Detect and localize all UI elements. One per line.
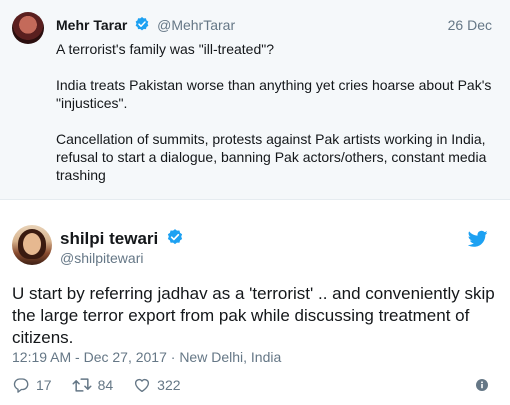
avatar-face xyxy=(23,233,41,255)
author-handle[interactable]: @shilpitewari xyxy=(60,250,143,266)
verified-badge-icon xyxy=(134,16,150,36)
verified-badge-icon xyxy=(166,228,184,251)
retweet-icon xyxy=(72,378,92,392)
author-name-row: shilpi tewari xyxy=(60,228,187,251)
author-name[interactable]: shilpi tewari xyxy=(60,229,158,248)
reply-button[interactable]: 17 xyxy=(12,376,52,394)
tweet-text: U start by referring jadhav as a 'terror… xyxy=(12,284,495,347)
parent-tweet-date[interactable]: 26 Dec xyxy=(448,16,492,34)
retweet-count: 84 xyxy=(97,377,114,393)
info-icon[interactable] xyxy=(476,378,488,391)
parent-tweet-paragraph: Cancellation of summits, protests agains… xyxy=(56,131,487,183)
tweet-actions: 17 84 322 xyxy=(12,376,201,394)
parent-author-handle[interactable]: @MehrTarar xyxy=(157,17,235,33)
parent-tweet-text: A terrorist's family was "ill-treated"? … xyxy=(56,40,496,184)
reply-count: 17 xyxy=(36,377,52,393)
parent-tweet-paragraph: India treats Pakistan worse than anythin… xyxy=(56,77,492,111)
tweet-timestamp-location[interactable]: 12:19 AM - Dec 27, 2017 · New Delhi, Ind… xyxy=(12,349,281,365)
parent-tweet[interactable]: Mehr Tarar @MehrTarar 26 Dec A terrorist… xyxy=(0,0,510,200)
retweet-button[interactable]: 84 xyxy=(72,376,114,394)
parent-author-name[interactable]: Mehr Tarar xyxy=(56,17,127,33)
twitter-bird-icon[interactable] xyxy=(467,230,488,248)
reply-icon xyxy=(13,378,29,393)
parent-tweet-header: Mehr Tarar @MehrTarar xyxy=(56,16,235,36)
like-count: 322 xyxy=(157,377,181,393)
heart-icon xyxy=(135,378,150,393)
parent-tweet-paragraph: A terrorist's family was "ill-treated"? xyxy=(56,41,275,57)
like-button[interactable]: 322 xyxy=(133,376,181,394)
author-avatar[interactable] xyxy=(12,225,52,265)
parent-author-avatar[interactable] xyxy=(12,12,44,44)
